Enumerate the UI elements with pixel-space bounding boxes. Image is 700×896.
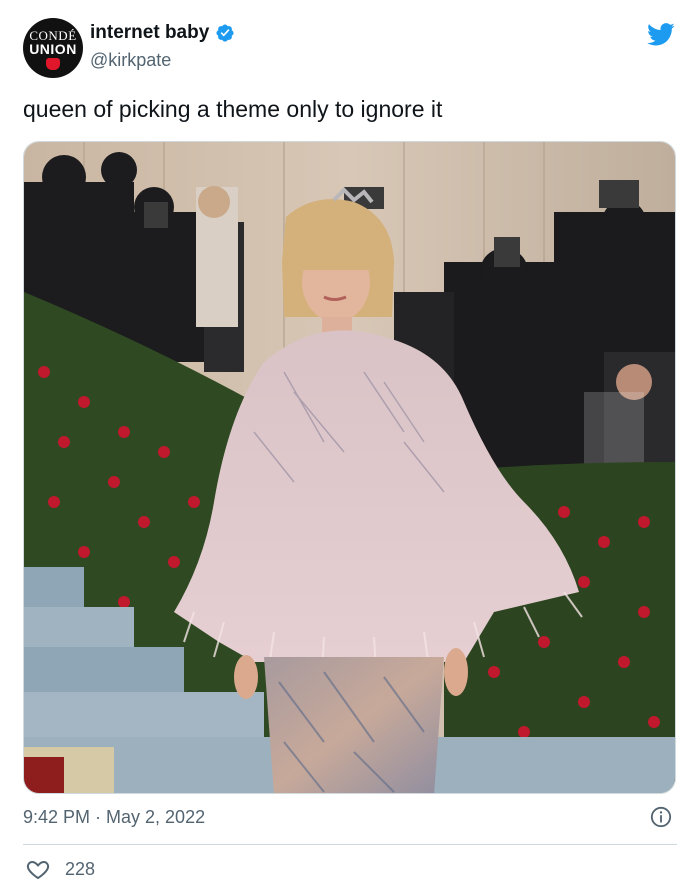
avatar[interactable]: CONDÉ UNION — [23, 18, 83, 78]
avatar-text-bottom: UNION — [29, 40, 77, 57]
info-icon[interactable] — [650, 806, 672, 828]
like-count: 228 — [65, 858, 96, 879]
tweet-card: CONDÉ UNION internet baby @kirkpate quee… — [0, 0, 700, 896]
avatar-red-mark — [46, 57, 60, 70]
author-display-name[interactable]: internet baby — [90, 22, 209, 44]
divider — [23, 844, 677, 845]
tweet-photo[interactable] — [23, 141, 676, 794]
heart-icon[interactable] — [25, 857, 51, 881]
tweet-text: queen of picking a theme only to ignore … — [23, 96, 443, 122]
tweet-timestamp[interactable]: 9:42 PM · May 2, 2022 — [23, 807, 205, 828]
verified-badge-icon — [216, 24, 234, 42]
avatar-text-top: CONDÉ — [29, 27, 77, 43]
author-handle[interactable]: @kirkpate — [90, 50, 171, 71]
photo-illustration — [24, 142, 675, 793]
like-action[interactable]: 228 — [25, 857, 95, 881]
author-name-row: internet baby — [90, 22, 235, 44]
twitter-bird-icon[interactable] — [645, 20, 677, 48]
